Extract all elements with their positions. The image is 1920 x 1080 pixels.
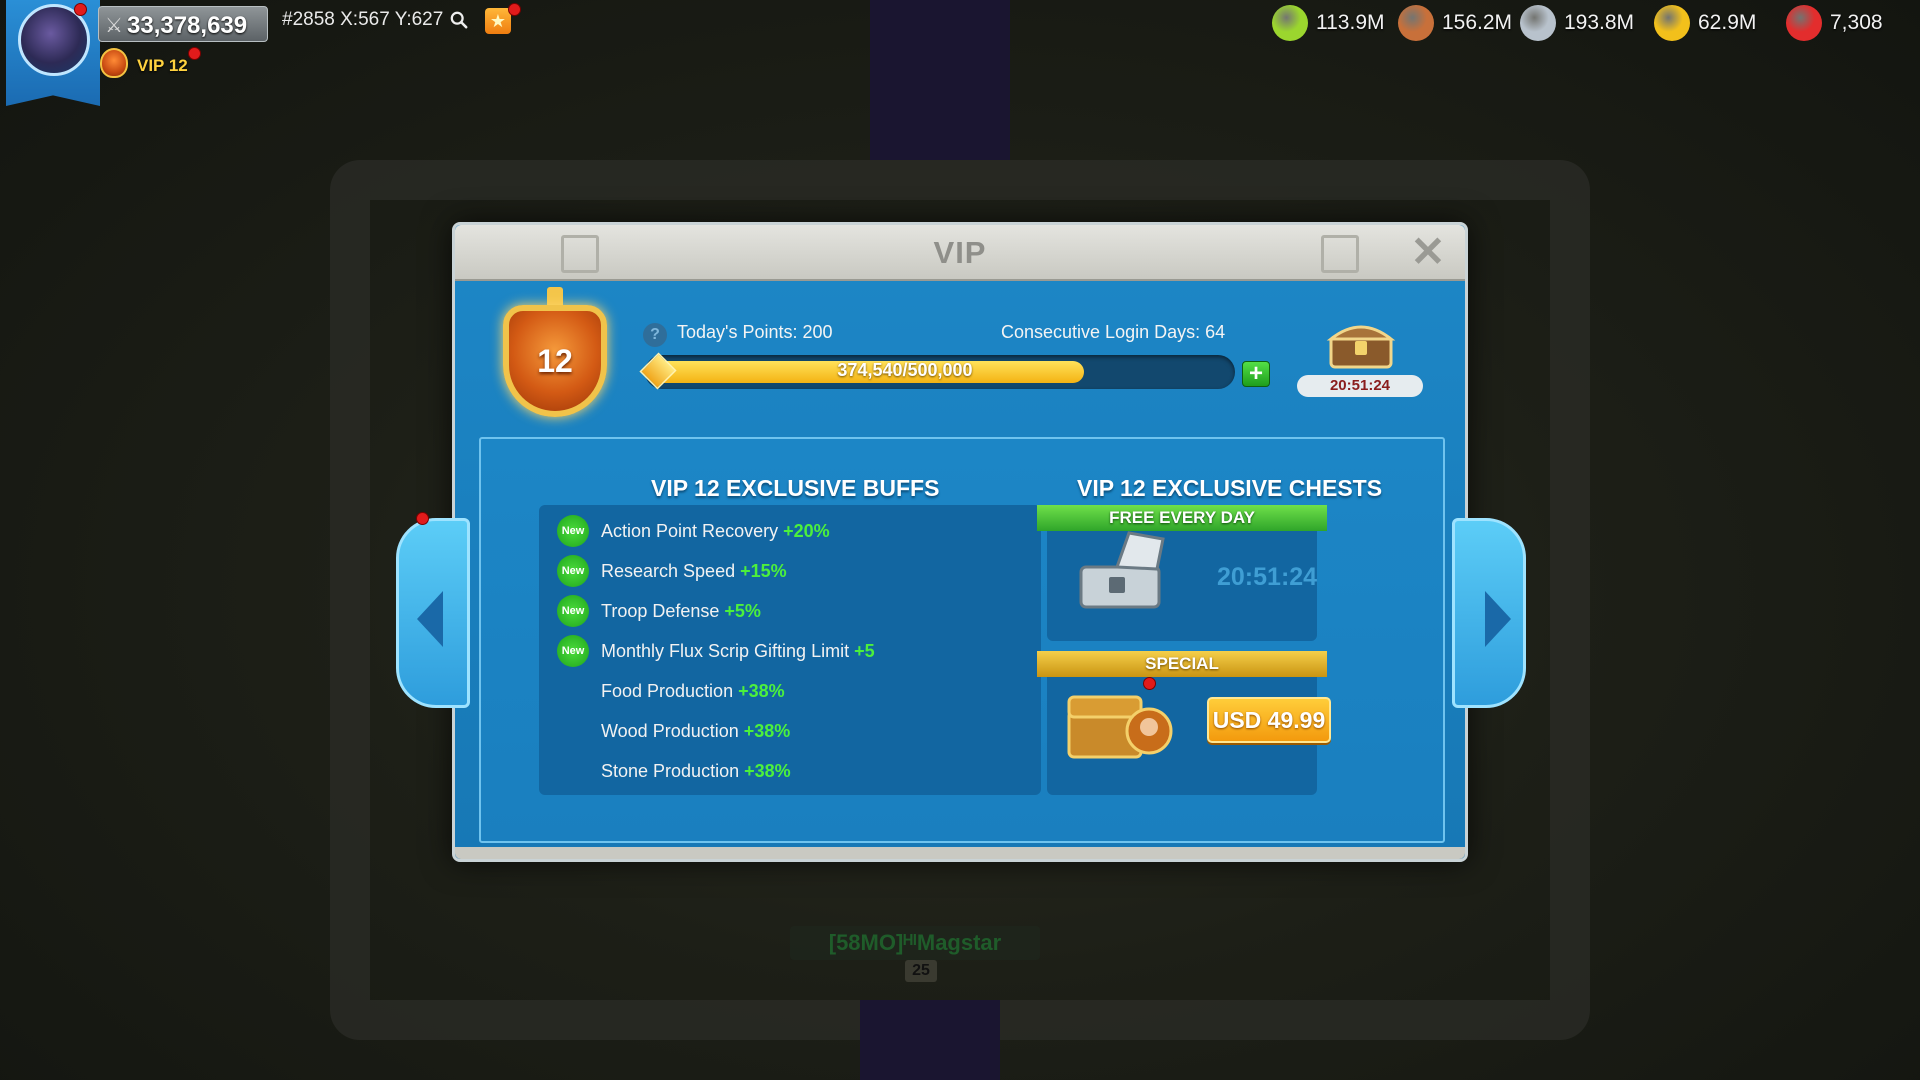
new-badge-icon: New xyxy=(557,515,589,547)
chevron-left-icon xyxy=(417,591,443,647)
panel-bottom-edge xyxy=(455,847,1465,859)
buffs-title: VIP 12 EXCLUSIVE BUFFS xyxy=(651,475,940,501)
new-badge-icon: New xyxy=(557,635,589,667)
resource-value: 193.8M xyxy=(1564,11,1635,34)
buff-label: Troop Defense xyxy=(601,600,720,621)
buff-label: Action Point Recovery xyxy=(601,520,779,541)
bookmark-star-icon[interactable]: ★ xyxy=(485,8,511,34)
free-chest-card[interactable]: FREE EVERY DAY 20:51:24 xyxy=(1037,505,1327,641)
resource-wood[interactable]: 156.2M xyxy=(1398,4,1512,42)
buff-row: New Monthly Flux Scrip Gifting Limit +5 xyxy=(557,635,875,667)
resource-gems[interactable]: 7,308 xyxy=(1786,4,1883,42)
vip-progress-text: 374,540/500,000 xyxy=(837,360,973,380)
previous-vip-level-button[interactable] xyxy=(396,518,470,708)
panel-header: VIP ✕ xyxy=(455,225,1465,281)
power-display[interactable]: ⚔ 33,378,639 xyxy=(98,6,268,42)
resource-value: 156.2M xyxy=(1442,11,1513,34)
gold-chest-icon[interactable] xyxy=(1065,681,1173,765)
avatar-notification-dot xyxy=(74,3,87,16)
special-chest-notification-dot xyxy=(1143,677,1156,690)
resource-food[interactable]: 113.9M xyxy=(1272,4,1385,42)
buff-row: Stone Production +38% xyxy=(557,755,791,787)
panel-title: VIP xyxy=(933,235,987,270)
resource-value: 7,308 xyxy=(1830,11,1883,34)
vip-level-number: 12 xyxy=(537,343,573,379)
vip-content-area: VIP 12 EXCLUSIVE BUFFS VIP 12 EXCLUSIVE … xyxy=(479,437,1445,843)
buff-label: Research Speed xyxy=(601,560,736,581)
vip-notification-dot xyxy=(188,47,201,60)
chests-title: VIP 12 EXCLUSIVE CHESTS xyxy=(1077,475,1383,501)
daily-chest-icon[interactable] xyxy=(1325,313,1397,371)
buff-label: Food Production xyxy=(601,680,734,701)
buff-label: Wood Production xyxy=(601,720,739,741)
silver-chest-icon[interactable] xyxy=(1071,529,1171,613)
buff-label: Monthly Flux Scrip Gifting Limit xyxy=(601,640,850,661)
buff-row: Wood Production +38% xyxy=(557,715,790,747)
gold-coin-icon xyxy=(1654,5,1690,41)
buff-row: New Research Speed +15% xyxy=(557,555,787,587)
buff-value: +38% xyxy=(738,680,785,701)
buff-value: +5% xyxy=(724,600,761,621)
new-badge-icon: New xyxy=(557,555,589,587)
help-icon[interactable]: ? xyxy=(643,323,667,347)
chevron-right-icon xyxy=(1485,591,1511,647)
search-icon[interactable] xyxy=(450,11,468,29)
sword-icon: ⚔ xyxy=(105,15,123,37)
buff-value: +15% xyxy=(740,560,787,581)
buff-value: +20% xyxy=(783,520,830,541)
map-player-name[interactable]: [58MO]ᴴᴵMagstar xyxy=(790,926,1040,960)
bookmark-notification-dot xyxy=(508,3,521,16)
next-vip-level-button[interactable] xyxy=(1452,518,1526,708)
special-ribbon: SPECIAL xyxy=(1037,651,1327,677)
resource-value: 62.9M xyxy=(1698,11,1757,34)
vip-shield-icon[interactable] xyxy=(100,48,128,78)
free-every-day-ribbon: FREE EVERY DAY xyxy=(1037,505,1327,531)
coordinates-readout[interactable]: #2858 X:567 Y:627 xyxy=(282,9,443,31)
add-vip-points-button[interactable]: + xyxy=(1242,361,1270,387)
vip-level-badge: 12 xyxy=(485,283,625,433)
todays-points: Today's Points: 200 xyxy=(677,322,833,342)
resource-gold[interactable]: 62.9M xyxy=(1654,4,1756,42)
resource-value: 113.9M xyxy=(1316,11,1385,34)
new-badge-icon: New xyxy=(557,595,589,627)
vip-panel: VIP ✕ 12 ? Today's Points: 200 Consecuti… xyxy=(452,222,1468,862)
buff-row: New Troop Defense +5% xyxy=(557,595,761,627)
buff-row: New Action Point Recovery +20% xyxy=(557,515,830,547)
special-chest-card[interactable]: SPECIAL USD 49.99 xyxy=(1037,651,1331,795)
previous-level-notification-dot xyxy=(416,512,429,525)
gem-icon xyxy=(1786,5,1822,41)
power-value: 33,378,639 xyxy=(127,12,248,39)
vip-level-label[interactable]: VIP 12 xyxy=(137,56,188,76)
buff-value: +38% xyxy=(743,720,791,741)
consecutive-login-days: Consecutive Login Days: 64 xyxy=(1001,322,1226,342)
stone-icon xyxy=(1520,5,1556,41)
buffs-list: New Action Point Recovery +20% New Research … xyxy=(539,505,1041,795)
buff-value: +38% xyxy=(744,760,791,781)
map-player-level: 25 xyxy=(905,960,937,982)
daily-chest-timer: 20:51:24 xyxy=(1297,375,1423,397)
background-road xyxy=(870,0,1010,160)
buff-value: +5 xyxy=(854,640,875,661)
buy-special-chest-button[interactable]: USD 49.99 xyxy=(1207,697,1331,743)
log-icon xyxy=(1398,5,1434,41)
corn-icon xyxy=(1272,5,1308,41)
close-button[interactable]: ✕ xyxy=(1409,231,1447,273)
buff-label: Stone Production xyxy=(601,760,740,781)
buff-row: Food Production +38% xyxy=(557,675,785,707)
player-avatar-banner[interactable] xyxy=(6,0,100,106)
background-road xyxy=(860,1000,1000,1080)
free-chest-timer: 20:51:24 xyxy=(1217,563,1318,591)
resource-stone[interactable]: 193.8M xyxy=(1520,4,1634,42)
